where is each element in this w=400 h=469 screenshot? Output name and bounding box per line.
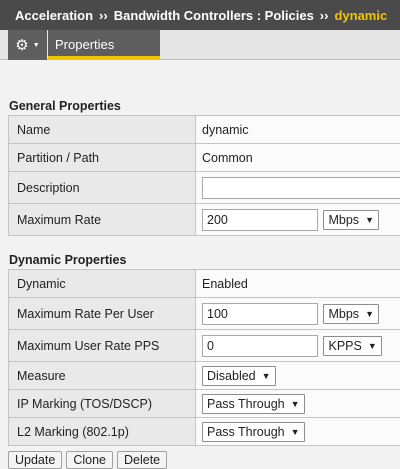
max-user-pps-label: Maximum User Rate PPS [9,330,196,362]
delete-button[interactable]: Delete [117,451,167,469]
chevron-down-icon: ▼ [365,309,374,319]
max-rate-user-label: Maximum Rate Per User [9,298,196,330]
breadcrumb-policies[interactable]: Bandwidth Controllers : Policies [114,8,314,23]
general-properties-title: General Properties [0,99,400,115]
table-row: Maximum User Rate PPS 0 KPPS ▼ [9,330,400,362]
dynamic-properties-title: Dynamic Properties [0,253,400,269]
breadcrumb-separator: ›› [320,8,329,23]
breadcrumb-separator: ›› [99,8,108,23]
table-row: Partition / Path Common [9,144,400,172]
general-properties-table: Name dynamic Partition / Path Common Des… [8,115,400,236]
chevron-down-icon: ▼ [33,42,40,49]
table-row: L2 Marking (802.1p) Pass Through ▼ [9,418,400,446]
table-row: IP Marking (TOS/DSCP) Pass Through ▼ [9,390,400,418]
clone-button[interactable]: Clone [66,451,113,469]
dynamic-label: Dynamic [9,270,196,298]
name-label: Name [9,116,196,144]
table-row: Maximum Rate Per User 100 Mbps ▼ [9,298,400,330]
ip-marking-value: Pass Through [207,397,285,411]
chevron-down-icon: ▼ [291,427,300,437]
breadcrumb-acceleration[interactable]: Acceleration [15,8,93,23]
table-row: Measure Disabled ▼ [9,362,400,390]
chevron-down-icon: ▼ [368,341,377,351]
tab-properties[interactable]: Properties [48,30,160,60]
tab-bar: ⚙ ▼ Properties [0,30,400,60]
max-rate-label: Maximum Rate [9,204,196,236]
table-row: Dynamic Enabled [9,270,400,298]
update-button[interactable]: Update [8,451,62,469]
ip-marking-select[interactable]: Pass Through ▼ [202,394,305,414]
dynamic-value: Enabled [196,270,400,298]
table-row: Name dynamic [9,116,400,144]
max-rate-unit-select[interactable]: Mbps ▼ [323,210,379,230]
action-buttons: Update Clone Delete [8,451,400,469]
max-rate-unit-value: Mbps [328,213,359,227]
partition-value: Common [196,144,400,172]
measure-label: Measure [9,362,196,390]
gear-icon: ⚙ [15,38,28,53]
max-rate-user-unit-select[interactable]: Mbps ▼ [323,304,379,324]
description-input[interactable] [202,177,400,199]
partition-label: Partition / Path [9,144,196,172]
l2-marking-select[interactable]: Pass Through ▼ [202,422,305,442]
gear-menu-button[interactable]: ⚙ ▼ [8,30,47,60]
l2-marking-value: Pass Through [207,425,285,439]
max-rate-user-unit-value: Mbps [328,307,359,321]
breadcrumb-current: dynamic [334,8,387,23]
ip-marking-label: IP Marking (TOS/DSCP) [9,390,196,418]
max-user-pps-unit-select[interactable]: KPPS ▼ [323,336,381,356]
dynamic-properties-table: Dynamic Enabled Maximum Rate Per User 10… [8,269,400,446]
breadcrumb: Acceleration ›› Bandwidth Controllers : … [0,0,400,30]
max-user-pps-input[interactable]: 0 [202,335,318,357]
name-value: dynamic [196,116,400,144]
chevron-down-icon: ▼ [365,215,374,225]
measure-value: Disabled [207,369,256,383]
description-label: Description [9,172,196,204]
max-user-pps-unit-value: KPPS [328,339,361,353]
chevron-down-icon: ▼ [291,399,300,409]
chevron-down-icon: ▼ [262,371,271,381]
l2-marking-label: L2 Marking (802.1p) [9,418,196,446]
table-row: Maximum Rate 200 Mbps ▼ [9,204,400,236]
max-rate-input[interactable]: 200 [202,209,318,231]
measure-select[interactable]: Disabled ▼ [202,366,276,386]
table-row: Description [9,172,400,204]
max-rate-user-input[interactable]: 100 [202,303,318,325]
